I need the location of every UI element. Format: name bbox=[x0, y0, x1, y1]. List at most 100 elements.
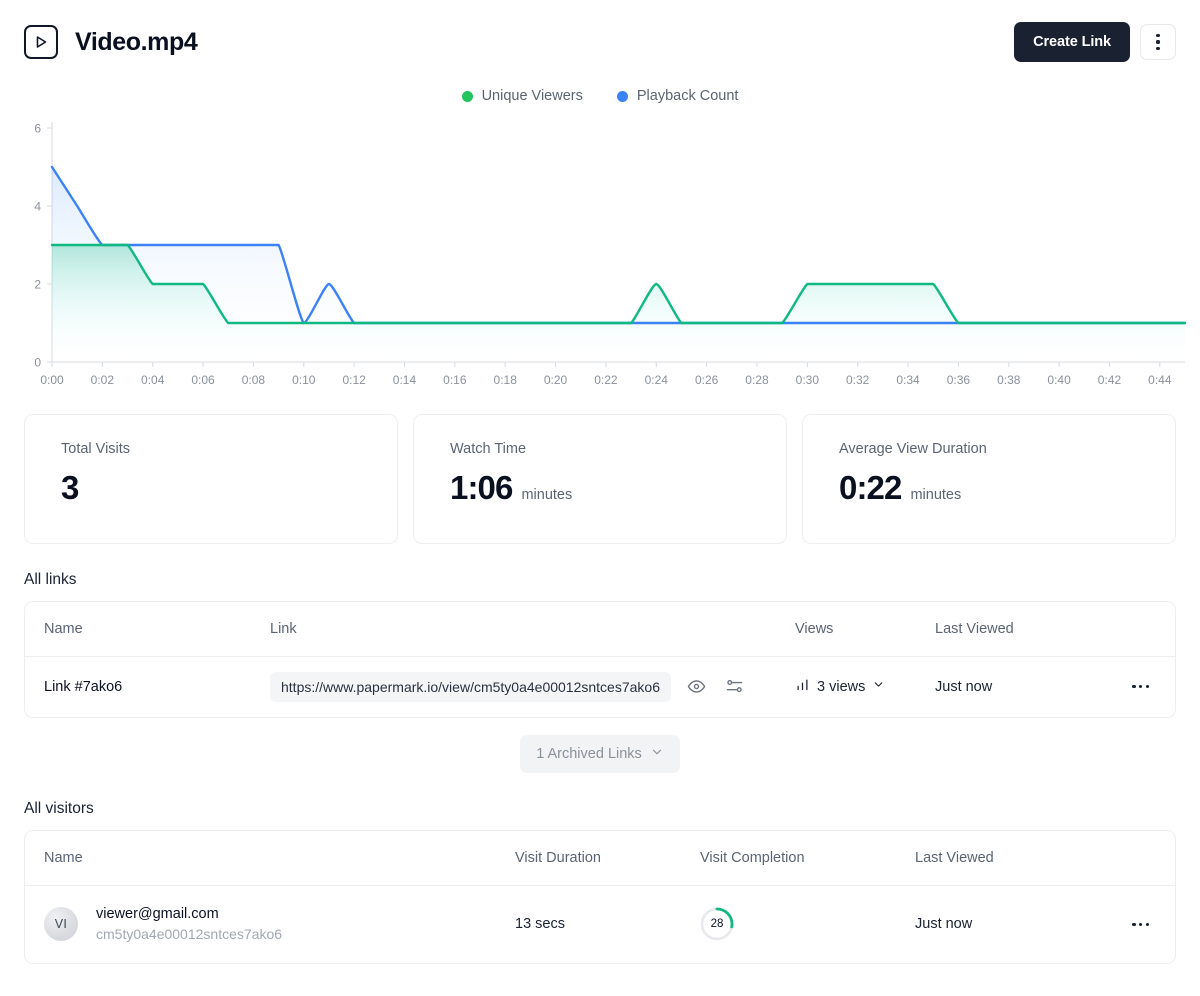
table-header-row: Name Link Views Last Viewed bbox=[25, 602, 1175, 657]
page-header: Video.mp4 Create Link bbox=[0, 0, 1200, 76]
create-link-button[interactable]: Create Link bbox=[1014, 22, 1130, 62]
legend-dot-blue bbox=[617, 91, 628, 102]
stat-label: Watch Time bbox=[450, 441, 786, 457]
visitor-completion-cell: 28 bbox=[700, 885, 915, 963]
legend-item-unique-viewers[interactable]: Unique Viewers bbox=[462, 88, 583, 104]
visit-completion-ring: 28 bbox=[700, 907, 734, 941]
archived-links-wrap: 1 Archived Links bbox=[0, 735, 1200, 773]
svg-text:2: 2 bbox=[34, 278, 41, 292]
stat-card-average-view-duration: Average View Duration 0:22 minutes bbox=[802, 414, 1176, 544]
stat-label: Average View Duration bbox=[839, 441, 1175, 457]
legend-dot-green bbox=[462, 91, 473, 102]
link-last-viewed-cell: Just now bbox=[935, 657, 1115, 717]
archived-links-button[interactable]: 1 Archived Links bbox=[520, 735, 680, 773]
avatar: VI bbox=[44, 907, 78, 941]
stat-value: 3 bbox=[61, 471, 78, 504]
column-header-actions bbox=[1115, 602, 1175, 657]
svg-text:6: 6 bbox=[34, 122, 41, 136]
chevron-down-icon[interactable] bbox=[872, 678, 885, 695]
column-header-link: Link bbox=[270, 602, 795, 657]
svg-text:0:26: 0:26 bbox=[695, 373, 719, 387]
column-header-actions bbox=[1130, 831, 1175, 886]
chart-canvas: 02460:000:020:040:060:080:100:120:140:16… bbox=[0, 110, 1200, 400]
legend-label-playback-count: Playback Count bbox=[637, 88, 739, 104]
bar-chart-icon bbox=[795, 677, 810, 696]
svg-text:0:06: 0:06 bbox=[191, 373, 215, 387]
column-header-last-viewed: Last Viewed bbox=[935, 602, 1115, 657]
stat-value: 1:06 bbox=[450, 471, 512, 504]
column-header-visit-completion: Visit Completion bbox=[700, 831, 915, 886]
svg-text:0:24: 0:24 bbox=[645, 373, 669, 387]
stat-label: Total Visits bbox=[61, 441, 397, 457]
all-visitors-title: All visitors bbox=[0, 800, 1200, 818]
svg-text:0:10: 0:10 bbox=[292, 373, 316, 387]
chevron-down-icon bbox=[650, 745, 664, 763]
column-header-views: Views bbox=[795, 602, 935, 657]
link-views-cell[interactable]: 3 views bbox=[795, 657, 935, 717]
visitor-id: cm5ty0a4e00012sntces7ako6 bbox=[96, 925, 282, 944]
svg-text:0:22: 0:22 bbox=[594, 373, 618, 387]
visitor-last-viewed: Just now bbox=[915, 916, 972, 932]
svg-text:0:38: 0:38 bbox=[997, 373, 1021, 387]
table-row[interactable]: Link #7ako6 https://www.papermark.io/vie… bbox=[25, 657, 1175, 717]
link-name-cell: Link #7ako6 bbox=[25, 657, 270, 717]
visitor-duration-cell: 13 secs bbox=[515, 885, 700, 963]
svg-text:0:36: 0:36 bbox=[947, 373, 971, 387]
link-last-viewed: Just now bbox=[935, 679, 992, 695]
svg-text:4: 4 bbox=[34, 200, 41, 214]
page-title: Video.mp4 bbox=[75, 28, 197, 57]
stat-card-watch-time: Watch Time 1:06 minutes bbox=[413, 414, 787, 544]
svg-text:0:08: 0:08 bbox=[242, 373, 266, 387]
dots-vertical-icon bbox=[1156, 34, 1159, 50]
dots-horizontal-icon[interactable] bbox=[1132, 685, 1149, 688]
stat-cards: Total Visits 3 Watch Time 1:06 minutes Av… bbox=[0, 414, 1200, 544]
svg-text:0:44: 0:44 bbox=[1148, 373, 1172, 387]
dots-horizontal-icon[interactable] bbox=[1132, 923, 1149, 926]
all-visitors-table: Name Visit Duration Visit Completion Las… bbox=[24, 830, 1176, 965]
visitor-actions-cell bbox=[1130, 885, 1175, 963]
chart-legend: Unique Viewers Playback Count bbox=[0, 88, 1200, 104]
svg-text:0:32: 0:32 bbox=[846, 373, 870, 387]
svg-text:0:20: 0:20 bbox=[544, 373, 568, 387]
table-header-row: Name Visit Duration Visit Completion Las… bbox=[25, 831, 1175, 886]
archived-links-label: 1 Archived Links bbox=[536, 746, 642, 762]
link-name: Link #7ako6 bbox=[44, 679, 122, 695]
svg-text:0:18: 0:18 bbox=[494, 373, 518, 387]
header-overflow-menu-button[interactable] bbox=[1140, 24, 1176, 60]
column-header-name: Name bbox=[25, 831, 515, 886]
visit-duration: 13 secs bbox=[515, 916, 565, 932]
svg-text:0:40: 0:40 bbox=[1047, 373, 1071, 387]
link-url-cell: https://www.papermark.io/view/cm5ty0a4e0… bbox=[270, 657, 795, 717]
chart-areas bbox=[52, 167, 1185, 362]
link-actions-cell bbox=[1115, 657, 1175, 717]
link-url[interactable]: https://www.papermark.io/view/cm5ty0a4e0… bbox=[270, 672, 671, 702]
column-header-name: Name bbox=[25, 602, 270, 657]
svg-text:0:30: 0:30 bbox=[796, 373, 820, 387]
svg-text:0:04: 0:04 bbox=[141, 373, 165, 387]
link-row-actions bbox=[687, 677, 744, 696]
svg-text:0:28: 0:28 bbox=[745, 373, 769, 387]
stat-card-total-visits: Total Visits 3 bbox=[24, 414, 398, 544]
all-links-table: Name Link Views Last Viewed Link #7ako6 … bbox=[24, 601, 1176, 718]
svg-text:0:34: 0:34 bbox=[896, 373, 920, 387]
svg-text:0:14: 0:14 bbox=[393, 373, 417, 387]
stat-unit: minutes bbox=[521, 487, 572, 503]
svg-text:0:42: 0:42 bbox=[1098, 373, 1122, 387]
stat-value: 0:22 bbox=[839, 471, 901, 504]
stat-unit: minutes bbox=[910, 487, 961, 503]
column-header-last-viewed: Last Viewed bbox=[915, 831, 1130, 886]
table-row[interactable]: VI viewer@gmail.com cm5ty0a4e00012sntces… bbox=[25, 885, 1175, 963]
svg-text:0:16: 0:16 bbox=[443, 373, 467, 387]
legend-item-playback-count[interactable]: Playback Count bbox=[617, 88, 739, 104]
sliders-icon[interactable] bbox=[725, 677, 744, 696]
visitor-last-viewed-cell: Just now bbox=[915, 885, 1130, 963]
svg-text:0:12: 0:12 bbox=[342, 373, 366, 387]
video-play-icon bbox=[24, 25, 58, 59]
all-links-title: All links bbox=[0, 571, 1200, 589]
analytics-page: Video.mp4 Create Link Unique Viewers Pla… bbox=[0, 0, 1200, 996]
avatar-initials: VI bbox=[55, 917, 67, 931]
visitor-name-cell: VI viewer@gmail.com cm5ty0a4e00012sntces… bbox=[25, 885, 515, 963]
eye-icon[interactable] bbox=[687, 677, 706, 696]
svg-text:0: 0 bbox=[34, 356, 41, 370]
svg-text:0:00: 0:00 bbox=[40, 373, 64, 387]
